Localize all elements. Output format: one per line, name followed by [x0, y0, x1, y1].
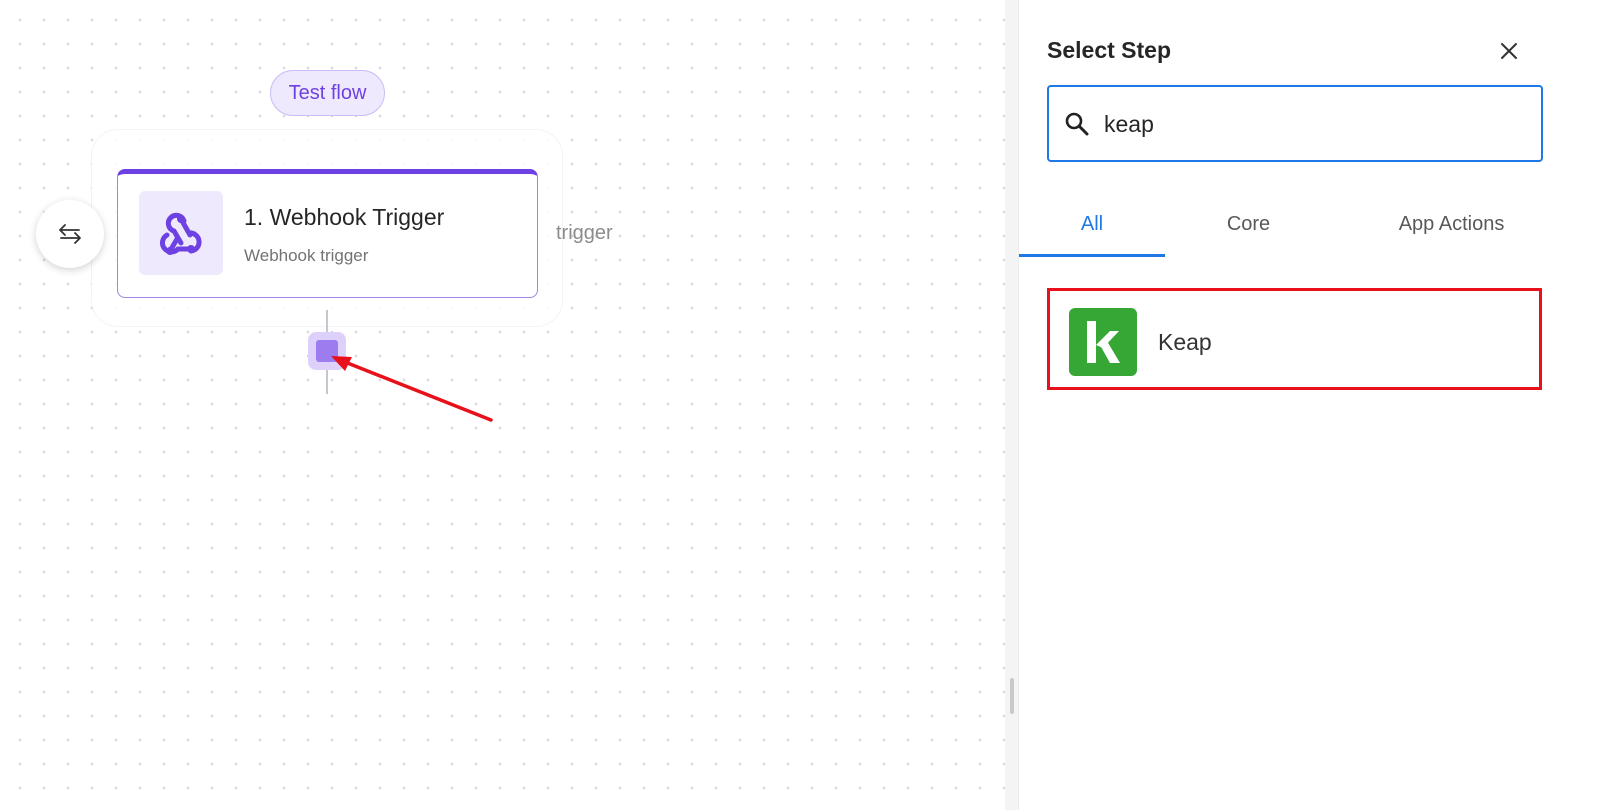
active-tab-indicator: [1019, 254, 1165, 257]
result-item-keap[interactable]: Keap: [1047, 288, 1542, 390]
step-icon-box: [139, 191, 223, 275]
tab-core[interactable]: Core: [1171, 192, 1326, 256]
annotation-arrow: [331, 356, 493, 422]
webhook-icon: [159, 212, 202, 255]
step-subtitle: Webhook trigger: [244, 246, 369, 265]
close-panel-button[interactable]: [1494, 36, 1524, 66]
keap-logo: [1069, 308, 1137, 376]
search-box[interactable]: [1047, 85, 1543, 162]
tab-all[interactable]: All: [1019, 192, 1165, 256]
trigger-side-label: trigger: [556, 222, 613, 244]
close-icon: [1501, 43, 1517, 59]
swap-trigger-button[interactable]: [36, 200, 104, 268]
test-flow-button[interactable]: Test flow: [270, 70, 385, 116]
add-step-handle[interactable]: [308, 332, 346, 370]
webhook-trigger-step-card[interactable]: 1. Webhook Trigger Webhook trigger: [117, 169, 538, 298]
step-category-tabs: All Core App Actions: [1019, 192, 1600, 258]
select-step-panel: Select Step All Core App Actions Keap: [1019, 0, 1600, 810]
step-title: 1. Webhook Trigger: [244, 204, 445, 230]
panel-title: Select Step: [1047, 37, 1171, 63]
flow-canvas[interactable]: Test flow 1. Webhook Trigger Webhook tri…: [0, 0, 1005, 810]
search-icon: [1064, 111, 1090, 137]
result-item-label: Keap: [1158, 329, 1212, 355]
search-input[interactable]: [1104, 103, 1524, 145]
panel-resize-handle[interactable]: [1010, 678, 1014, 714]
add-step-icon: [316, 340, 338, 362]
swap-arrows-icon: [59, 224, 81, 244]
tab-app-actions[interactable]: App Actions: [1369, 192, 1534, 256]
